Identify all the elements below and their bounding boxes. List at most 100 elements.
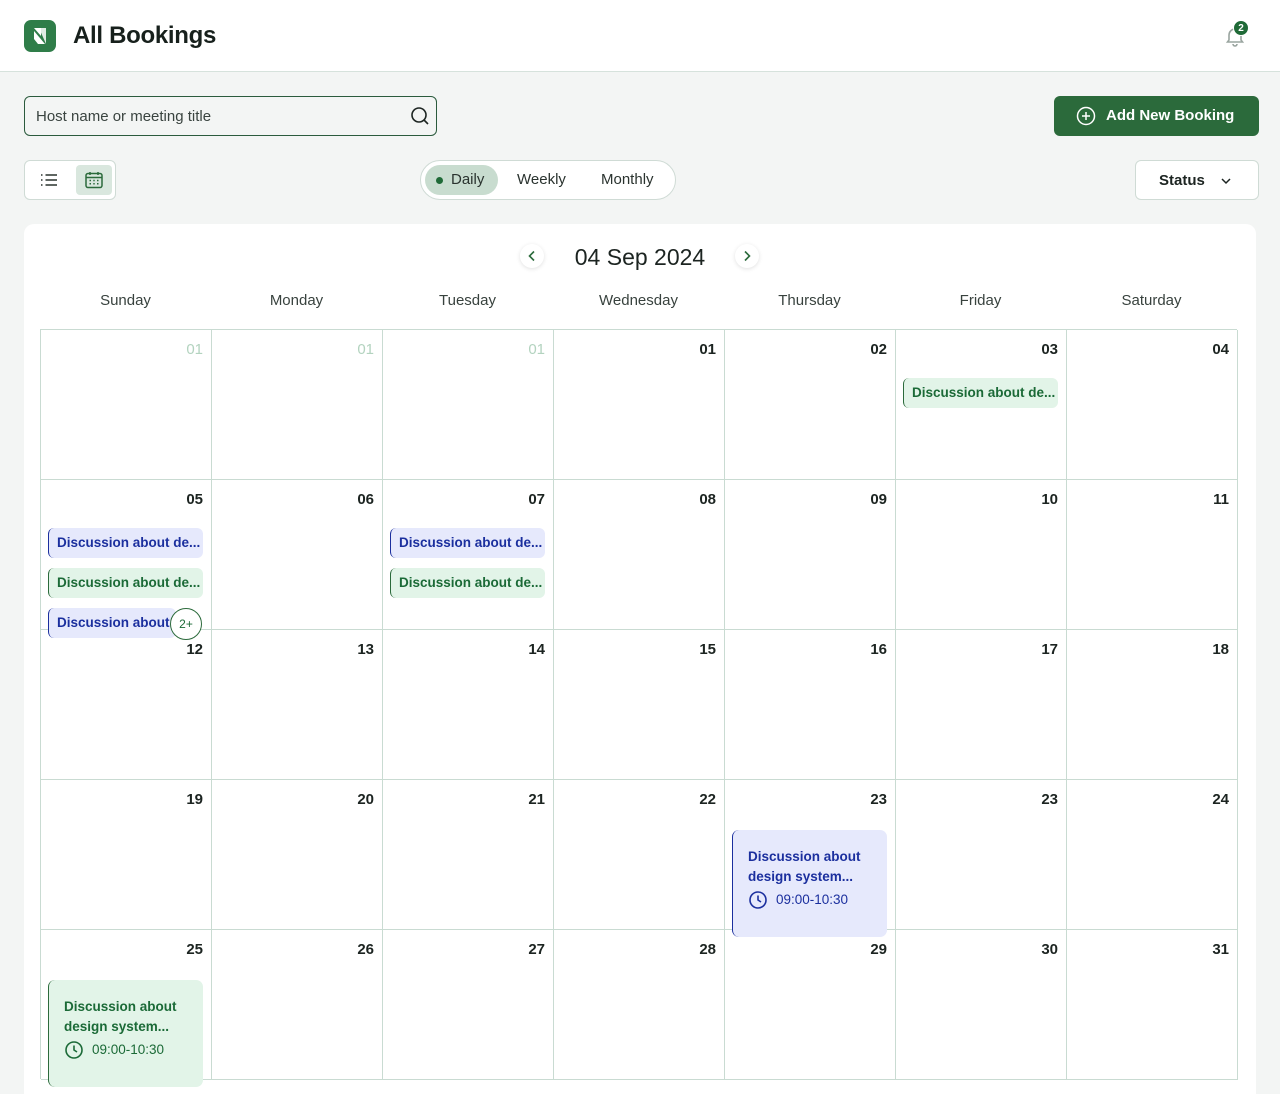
day-number: 09 bbox=[870, 491, 887, 508]
day-cell[interactable]: 20 bbox=[212, 780, 383, 930]
day-number: 01 bbox=[528, 341, 545, 358]
day-cell[interactable]: 23 bbox=[896, 780, 1067, 930]
calendar-icon bbox=[85, 172, 103, 189]
selected-dot-icon bbox=[436, 177, 443, 184]
event-card-time: 09:00-10:30 bbox=[92, 1042, 165, 1057]
clock-icon bbox=[64, 1040, 84, 1065]
day-cell[interactable]: 29 bbox=[725, 930, 896, 1080]
day-cell[interactable]: 10 bbox=[896, 480, 1067, 630]
day-cell[interactable]: 27 bbox=[383, 930, 554, 1080]
weekday-header: Saturday bbox=[1121, 292, 1182, 309]
weekday-header: Friday bbox=[959, 292, 1002, 309]
day-cell[interactable]: 06 bbox=[212, 480, 383, 630]
event-card-time: 09:00-10:30 bbox=[776, 892, 849, 907]
day-cell[interactable]: 11 bbox=[1067, 480, 1238, 630]
calendar-grid: 01 01 01 01 02 03 04 05 06 07 08 09 10 1… bbox=[40, 329, 1238, 1080]
day-cell[interactable]: 16 bbox=[725, 630, 896, 780]
day-number: 13 bbox=[357, 641, 374, 658]
calendar-title: 04 Sep 2024 bbox=[574, 244, 706, 270]
day-number: 07 bbox=[528, 491, 545, 508]
day-cell[interactable]: 15 bbox=[554, 630, 725, 780]
day-number: 03 bbox=[1041, 341, 1058, 358]
day-number: 17 bbox=[1041, 641, 1058, 658]
clock-icon bbox=[748, 890, 768, 915]
range-selector: Daily Weekly Monthly bbox=[420, 160, 676, 200]
day-cell[interactable]: 31 bbox=[1067, 930, 1238, 1080]
day-cell[interactable]: 12 bbox=[41, 630, 212, 780]
day-number: 23 bbox=[1041, 791, 1058, 808]
day-number: 01 bbox=[699, 341, 716, 358]
add-new-booking-button[interactable]: Add New Booking bbox=[1054, 96, 1259, 136]
day-number: 28 bbox=[699, 941, 716, 958]
search-icon[interactable] bbox=[409, 105, 431, 127]
day-cell[interactable]: 24 bbox=[1067, 780, 1238, 930]
more-events-button[interactable]: 2+ bbox=[170, 608, 202, 640]
previous-month-button[interactable] bbox=[520, 244, 544, 268]
event-chip[interactable]: Discussion about de... bbox=[903, 378, 1058, 408]
event-chip[interactable]: Discussion about d bbox=[48, 608, 176, 638]
list-view-button[interactable] bbox=[31, 165, 67, 195]
day-number: 21 bbox=[528, 791, 545, 808]
day-cell[interactable]: 30 bbox=[896, 930, 1067, 1080]
day-cell[interactable]: 22 bbox=[554, 780, 725, 930]
notification-badge: 2 bbox=[1233, 20, 1249, 36]
range-monthly-tab[interactable]: Monthly bbox=[601, 165, 661, 195]
range-weekly-tab[interactable]: Weekly bbox=[517, 165, 569, 195]
day-cell[interactable]: 14 bbox=[383, 630, 554, 780]
range-daily-tab[interactable]: Daily bbox=[425, 165, 498, 195]
calendar-view-button[interactable] bbox=[76, 165, 112, 195]
event-chip[interactable]: Discussion about de... bbox=[390, 528, 545, 558]
event-chip[interactable]: Discussion about de... bbox=[48, 528, 203, 558]
day-cell[interactable]: 02 bbox=[725, 330, 896, 480]
day-cell[interactable]: 01 bbox=[383, 330, 554, 480]
day-number: 11 bbox=[1213, 491, 1229, 508]
status-filter-button[interactable]: Status bbox=[1135, 160, 1259, 200]
day-number: 25 bbox=[186, 941, 203, 958]
day-number: 20 bbox=[357, 791, 374, 808]
chevron-down-icon bbox=[1218, 173, 1234, 193]
day-number: 26 bbox=[357, 941, 374, 958]
day-number: 19 bbox=[186, 791, 203, 808]
chevron-left-icon bbox=[528, 250, 535, 262]
day-cell[interactable]: 09 bbox=[725, 480, 896, 630]
day-cell[interactable]: 13 bbox=[212, 630, 383, 780]
weekday-header: Monday bbox=[269, 292, 324, 309]
day-number: 22 bbox=[699, 791, 716, 808]
day-number: 29 bbox=[870, 941, 887, 958]
day-cell[interactable]: 01 bbox=[212, 330, 383, 480]
search-input[interactable] bbox=[36, 97, 406, 135]
day-cell[interactable]: 28 bbox=[554, 930, 725, 1080]
event-card-title: Discussion about design system... bbox=[748, 849, 861, 884]
day-number: 01 bbox=[186, 341, 203, 358]
day-cell[interactable]: 01 bbox=[554, 330, 725, 480]
day-number: 30 bbox=[1041, 941, 1058, 958]
add-new-booking-label: Add New Booking bbox=[1106, 107, 1235, 124]
event-chip[interactable]: Discussion about de... bbox=[48, 568, 203, 598]
day-cell[interactable]: 19 bbox=[41, 780, 212, 930]
view-toggle bbox=[24, 160, 116, 200]
day-cell[interactable]: 08 bbox=[554, 480, 725, 630]
day-number: 18 bbox=[1212, 641, 1229, 658]
page-title: All Bookings bbox=[73, 22, 217, 49]
event-chip[interactable]: Discussion about de... bbox=[390, 568, 545, 598]
day-cell[interactable]: 04 bbox=[1067, 330, 1238, 480]
day-cell[interactable]: 01 bbox=[41, 330, 212, 480]
day-cell[interactable]: 18 bbox=[1067, 630, 1238, 780]
search-box bbox=[24, 96, 437, 136]
event-card[interactable]: Discussion about design system... 09:00-… bbox=[732, 830, 887, 937]
app-logo-icon bbox=[24, 20, 56, 52]
weekday-header: Thursday bbox=[778, 292, 841, 309]
day-cell[interactable]: 21 bbox=[383, 780, 554, 930]
next-month-button[interactable] bbox=[735, 244, 759, 268]
plus-circle-icon bbox=[1076, 106, 1096, 126]
day-number: 01 bbox=[357, 341, 374, 358]
day-number: 24 bbox=[1212, 791, 1229, 808]
range-daily-label: Daily bbox=[451, 171, 485, 188]
day-number: 02 bbox=[870, 341, 887, 358]
day-cell[interactable]: 26 bbox=[212, 930, 383, 1080]
weekday-header: Tuesday bbox=[439, 292, 496, 309]
day-number: 27 bbox=[528, 941, 545, 958]
event-card[interactable]: Discussion about design system... 09:00-… bbox=[48, 980, 203, 1087]
day-number: 16 bbox=[870, 641, 887, 658]
day-cell[interactable]: 17 bbox=[896, 630, 1067, 780]
